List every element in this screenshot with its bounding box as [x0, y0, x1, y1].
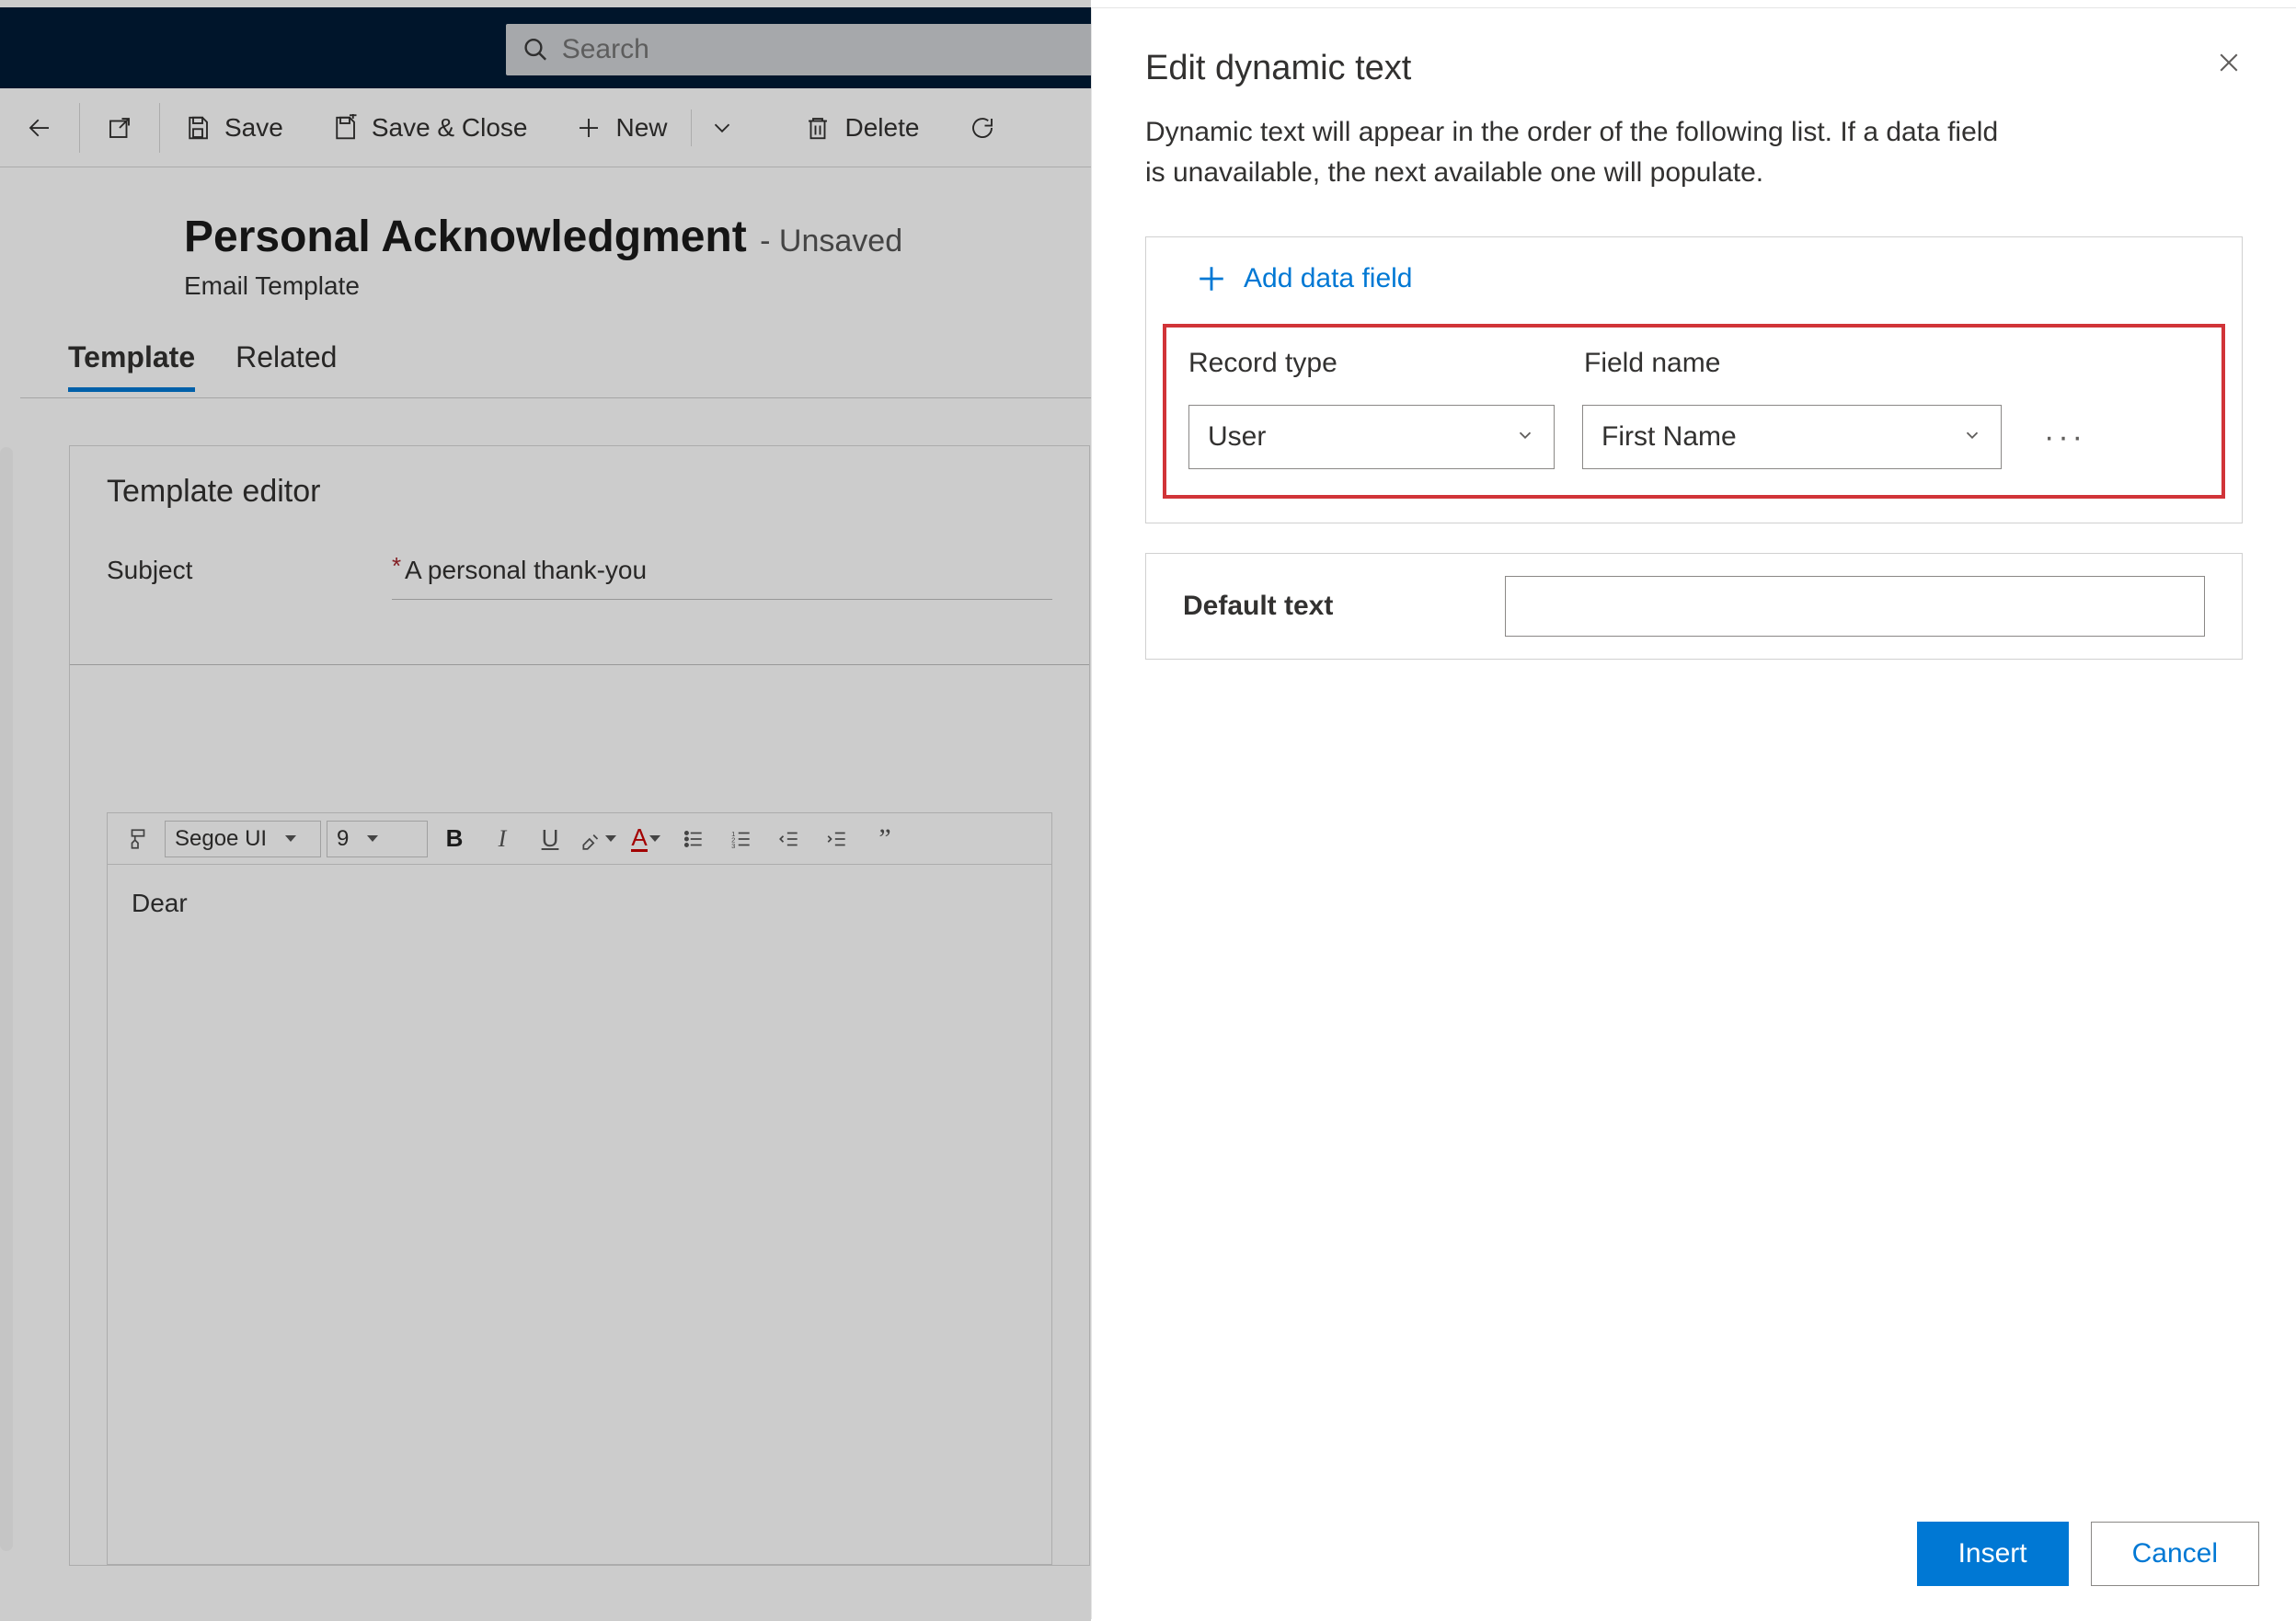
panel-footer: Insert Cancel: [1917, 1522, 2259, 1586]
chevron-down-icon: [1962, 421, 1982, 453]
add-data-field-button[interactable]: Add data field: [1146, 237, 2242, 320]
add-data-field-label: Add data field: [1244, 263, 1412, 294]
default-text-card: Default text: [1145, 553, 2243, 660]
field-name-header: Field name: [1584, 348, 1720, 379]
close-button[interactable]: [2215, 49, 2243, 81]
insert-button[interactable]: Insert: [1917, 1522, 2069, 1586]
edit-dynamic-text-panel: Edit dynamic text Dynamic text will appe…: [1091, 7, 2296, 1619]
row-more-button[interactable]: ···: [2029, 420, 2086, 455]
modal-overlay: [0, 0, 1091, 1621]
default-text-label: Default text: [1183, 591, 1413, 622]
record-type-value: User: [1208, 421, 1266, 453]
scrollbar[interactable]: [0, 447, 13, 1551]
plus-icon: [1196, 263, 1227, 294]
column-headers: Record type Field name: [1188, 348, 2199, 379]
record-type-select[interactable]: User: [1188, 405, 1555, 469]
field-name-select[interactable]: First Name: [1582, 405, 2002, 469]
field-name-value: First Name: [1601, 421, 1737, 453]
record-type-header: Record type: [1188, 348, 1584, 379]
chevron-down-icon: [1515, 421, 1535, 453]
panel-description: Dynamic text will appear in the order of…: [1092, 88, 2067, 192]
panel-title: Edit dynamic text: [1145, 49, 1411, 88]
cancel-button[interactable]: Cancel: [2091, 1522, 2259, 1586]
default-text-input[interactable]: [1505, 576, 2205, 637]
close-icon: [2215, 49, 2243, 76]
data-field-row-highlight: Record type Field name User First Name ·…: [1163, 324, 2225, 499]
data-fields-card: Add data field Record type Field name Us…: [1145, 236, 2243, 523]
